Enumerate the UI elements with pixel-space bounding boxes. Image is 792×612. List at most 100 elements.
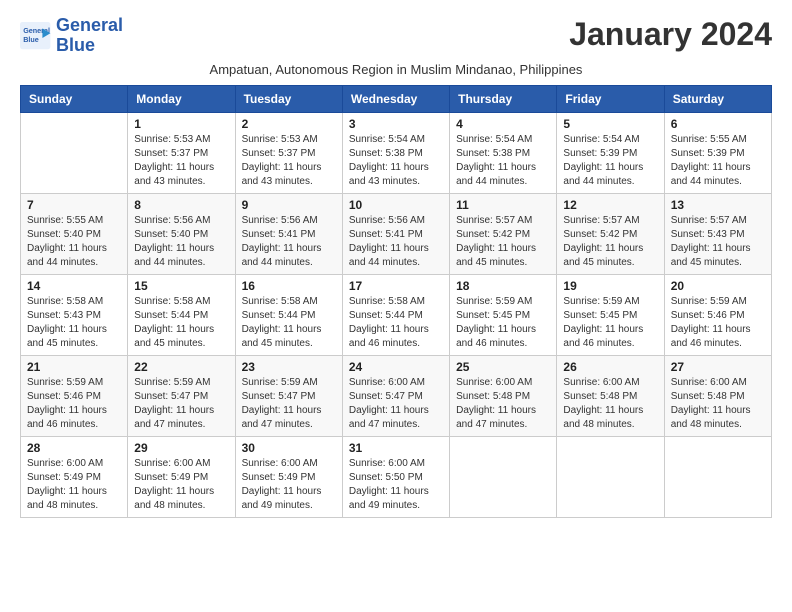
calendar-cell: 9 Sunrise: 5:56 AMSunset: 5:41 PMDaylight… [235, 193, 342, 274]
day-detail: Sunrise: 6:00 AMSunset: 5:48 PMDaylight:… [456, 376, 550, 432]
calendar-cell: 1 Sunrise: 5:53 AMSunset: 5:37 PMDaylight… [128, 112, 235, 193]
day-detail: Sunrise: 5:56 AMSunset: 5:41 PMDaylight:… [349, 214, 443, 270]
day-number: 29 [134, 441, 228, 455]
calendar-cell: 11 Sunrise: 5:57 AMSunset: 5:42 PMDayligh… [450, 193, 557, 274]
day-detail: Sunrise: 5:59 AMSunset: 5:45 PMDaylight:… [456, 295, 550, 351]
day-number: 4 [456, 117, 550, 131]
day-detail: Sunrise: 5:57 AMSunset: 5:43 PMDaylight:… [671, 214, 765, 270]
calendar-cell: 6Sunrise: 5:55 AMSunset: 5:39 PMDaylight… [664, 112, 771, 193]
calendar-cell: 25 Sunrise: 6:00 AMSunset: 5:48 PMDayligh… [450, 355, 557, 436]
day-detail: Sunrise: 5:58 AMSunset: 5:44 PMDaylight:… [134, 295, 228, 351]
day-number: 1 [134, 117, 228, 131]
day-number: 2 [242, 117, 336, 131]
col-header-sunday: Sunday [21, 85, 128, 112]
calendar-week-3: 14 Sunrise: 5:58 AMSunset: 5:43 PMDayligh… [21, 274, 772, 355]
day-detail: Sunrise: 5:58 AMSunset: 5:44 PMDaylight:… [242, 295, 336, 351]
day-number: 31 [349, 441, 443, 455]
calendar-week-2: 7 Sunrise: 5:55 AMSunset: 5:40 PMDaylight… [21, 193, 772, 274]
day-number: 11 [456, 198, 550, 212]
day-number: 13 [671, 198, 765, 212]
day-number: 3 [349, 117, 443, 131]
day-detail: Sunrise: 5:56 AMSunset: 5:40 PMDaylight:… [134, 214, 228, 270]
day-number: 23 [242, 360, 336, 374]
col-header-friday: Friday [557, 85, 664, 112]
calendar-cell: 2Sunrise: 5:53 AMSunset: 5:37 PMDaylight… [235, 112, 342, 193]
day-detail: Sunrise: 5:54 AMSunset: 5:38 PMDaylight:… [456, 133, 550, 189]
day-number: 30 [242, 441, 336, 455]
day-number: 9 [242, 198, 336, 212]
calendar-cell: 7 Sunrise: 5:55 AMSunset: 5:40 PMDaylight… [21, 193, 128, 274]
day-detail: Sunrise: 5:54 AMSunset: 5:39 PMDaylight:… [563, 133, 657, 189]
day-number: 27 [671, 360, 765, 374]
calendar-week-1: 1 Sunrise: 5:53 AMSunset: 5:37 PMDaylight… [21, 112, 772, 193]
col-header-tuesday: Tuesday [235, 85, 342, 112]
day-number: 14 [27, 279, 121, 293]
day-number: 5 [563, 117, 657, 131]
day-number: 16 [242, 279, 336, 293]
calendar-cell: 16 Sunrise: 5:58 AMSunset: 5:44 PMDayligh… [235, 274, 342, 355]
calendar-cell: 23 Sunrise: 5:59 AMSunset: 5:47 PMDayligh… [235, 355, 342, 436]
day-number: 24 [349, 360, 443, 374]
day-detail: Sunrise: 5:59 AMSunset: 5:47 PMDaylight:… [242, 376, 336, 432]
calendar-cell: 19Sunrise: 5:59 AMSunset: 5:45 PMDayligh… [557, 274, 664, 355]
calendar-cell: 14 Sunrise: 5:58 AMSunset: 5:43 PMDayligh… [21, 274, 128, 355]
day-detail: Sunrise: 5:53 AMSunset: 5:37 PMDaylight:… [134, 133, 228, 189]
calendar-cell: 3 Sunrise: 5:54 AMSunset: 5:38 PMDaylight… [342, 112, 449, 193]
day-number: 26 [563, 360, 657, 374]
svg-text:Blue: Blue [23, 35, 39, 44]
day-detail: Sunrise: 5:59 AMSunset: 5:47 PMDaylight:… [134, 376, 228, 432]
calendar-cell: 28 Sunrise: 6:00 AMSunset: 5:49 PMDayligh… [21, 436, 128, 517]
day-detail: Sunrise: 6:00 AMSunset: 5:47 PMDaylight:… [349, 376, 443, 432]
day-detail: Sunrise: 5:55 AMSunset: 5:40 PMDaylight:… [27, 214, 121, 270]
calendar-cell [21, 112, 128, 193]
day-detail: Sunrise: 5:58 AMSunset: 5:44 PMDaylight:… [349, 295, 443, 351]
calendar-header-row: SundayMondayTuesdayWednesdayThursdayFrid… [21, 85, 772, 112]
calendar-cell: 30 Sunrise: 6:00 AMSunset: 5:49 PMDayligh… [235, 436, 342, 517]
day-number: 21 [27, 360, 121, 374]
day-detail: Sunrise: 5:59 AMSunset: 5:45 PMDaylight:… [563, 295, 657, 351]
calendar-cell [664, 436, 771, 517]
day-detail: Sunrise: 5:58 AMSunset: 5:43 PMDaylight:… [27, 295, 121, 351]
logo-icon: General Blue [20, 22, 52, 50]
calendar-cell [450, 436, 557, 517]
day-number: 17 [349, 279, 443, 293]
logo: General Blue General Blue [20, 16, 123, 56]
calendar-cell: 13 Sunrise: 5:57 AMSunset: 5:43 PMDayligh… [664, 193, 771, 274]
calendar-cell: 17 Sunrise: 5:58 AMSunset: 5:44 PMDayligh… [342, 274, 449, 355]
day-detail: Sunrise: 6:00 AMSunset: 5:49 PMDaylight:… [27, 457, 121, 513]
calendar-subtitle: Ampatuan, Autonomous Region in Muslim Mi… [20, 62, 772, 77]
calendar-cell: 26 Sunrise: 6:00 AMSunset: 5:48 PMDayligh… [557, 355, 664, 436]
col-header-wednesday: Wednesday [342, 85, 449, 112]
calendar-cell: 21Sunrise: 5:59 AMSunset: 5:46 PMDayligh… [21, 355, 128, 436]
day-detail: Sunrise: 5:57 AMSunset: 5:42 PMDaylight:… [563, 214, 657, 270]
day-number: 7 [27, 198, 121, 212]
calendar-cell: 5 Sunrise: 5:54 AMSunset: 5:39 PMDaylight… [557, 112, 664, 193]
day-detail: Sunrise: 6:00 AMSunset: 5:49 PMDaylight:… [242, 457, 336, 513]
day-number: 20 [671, 279, 765, 293]
col-header-thursday: Thursday [450, 85, 557, 112]
day-detail: Sunrise: 5:56 AMSunset: 5:41 PMDaylight:… [242, 214, 336, 270]
day-detail: Sunrise: 5:57 AMSunset: 5:42 PMDaylight:… [456, 214, 550, 270]
day-detail: Sunrise: 5:54 AMSunset: 5:38 PMDaylight:… [349, 133, 443, 189]
day-number: 10 [349, 198, 443, 212]
calendar-cell: 22 Sunrise: 5:59 AMSunset: 5:47 PMDayligh… [128, 355, 235, 436]
calendar-cell: 10 Sunrise: 5:56 AMSunset: 5:41 PMDayligh… [342, 193, 449, 274]
day-number: 18 [456, 279, 550, 293]
calendar-cell: 20 Sunrise: 5:59 AMSunset: 5:46 PMDayligh… [664, 274, 771, 355]
calendar-cell: 31 Sunrise: 6:00 AMSunset: 5:50 PMDayligh… [342, 436, 449, 517]
day-detail: Sunrise: 6:00 AMSunset: 5:48 PMDaylight:… [563, 376, 657, 432]
day-detail: Sunrise: 5:55 AMSunset: 5:39 PMDaylight:… [671, 133, 765, 189]
calendar-cell: 18 Sunrise: 5:59 AMSunset: 5:45 PMDayligh… [450, 274, 557, 355]
col-header-saturday: Saturday [664, 85, 771, 112]
day-detail: Sunrise: 6:00 AMSunset: 5:50 PMDaylight:… [349, 457, 443, 513]
calendar-cell: 8Sunrise: 5:56 AMSunset: 5:40 PMDaylight… [128, 193, 235, 274]
day-number: 28 [27, 441, 121, 455]
day-number: 22 [134, 360, 228, 374]
calendar-week-4: 21Sunrise: 5:59 AMSunset: 5:46 PMDayligh… [21, 355, 772, 436]
calendar-cell: 24 Sunrise: 6:00 AMSunset: 5:47 PMDayligh… [342, 355, 449, 436]
calendar-cell: 12Sunrise: 5:57 AMSunset: 5:42 PMDayligh… [557, 193, 664, 274]
month-title: January 2024 [569, 16, 772, 53]
day-number: 25 [456, 360, 550, 374]
day-detail: Sunrise: 5:59 AMSunset: 5:46 PMDaylight:… [671, 295, 765, 351]
calendar-week-5: 28 Sunrise: 6:00 AMSunset: 5:49 PMDayligh… [21, 436, 772, 517]
